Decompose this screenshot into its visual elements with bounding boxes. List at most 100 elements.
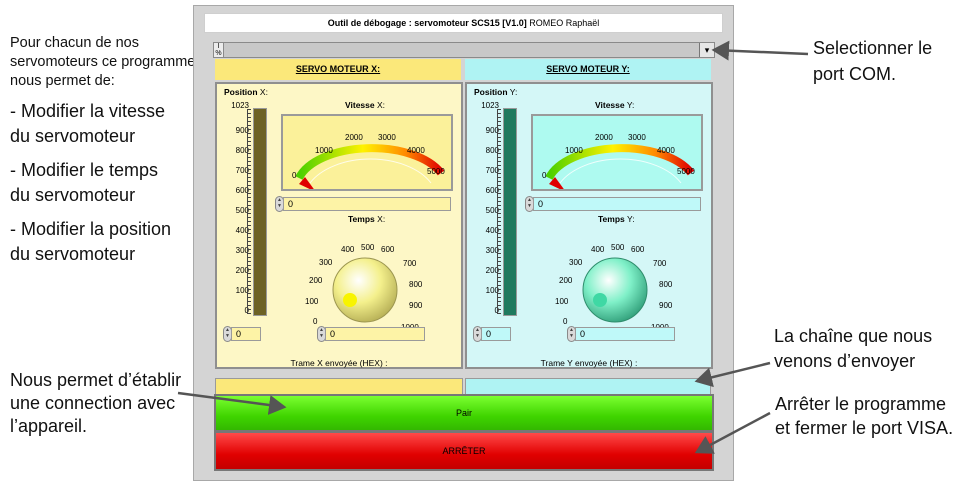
servo-y-panel: Position Y: 1023 900 800 700 600 500 400…: [465, 82, 713, 369]
visa-resource-icon: I %: [214, 43, 224, 57]
temps-tick: 700: [653, 259, 667, 268]
vitesse-tick: 3000: [378, 133, 396, 142]
annotation-line: - Modifier le temps: [10, 160, 159, 180]
annotation-line: du servomoteur: [10, 126, 136, 146]
annotation-bullet-vitesse: - Modifier la vitesse du servomoteur: [10, 100, 165, 148]
position-suffix: Y:: [509, 87, 518, 97]
position-x-slider-fill[interactable]: [254, 109, 266, 315]
vitesse-x-gauge: 0 1000 2000 3000 4000 5000: [281, 114, 453, 191]
vitesse-tick: 4000: [657, 146, 675, 155]
annotation-line: - Modifier la vitesse: [10, 101, 166, 121]
annotation-line: port COM.: [813, 64, 897, 84]
vitesse-label: Vitesse: [595, 100, 625, 110]
trame-y-output: [465, 378, 711, 395]
vitesse-tick: 5000: [427, 167, 445, 176]
temps-y-label: Temps Y:: [598, 214, 635, 224]
temps-tick: 900: [409, 301, 423, 310]
servo-y-header: SERVO MOTEUR Y:: [465, 59, 711, 80]
temps-tick: 300: [319, 258, 333, 267]
annotation-line: La chaîne que nous: [774, 326, 933, 346]
vitesse-x-numeric[interactable]: 0: [283, 197, 451, 211]
app-window: Outil de débogage : servomoteur SCS15 [V…: [193, 5, 734, 481]
temps-tick: 400: [341, 245, 355, 254]
vitesse-y-label: Vitesse Y:: [595, 100, 634, 110]
vitesse-tick: 0: [292, 171, 297, 180]
temps-tick: 400: [591, 245, 605, 254]
annotation-line: l’appareil.: [10, 416, 88, 436]
annotation-line: Selectionner le: [813, 38, 933, 58]
position-y-scale: 1023 900 800 700 600 500 400 300 200 100…: [473, 101, 499, 316]
position-x-scale: 1023 900 800 700 600 500 400 300 200 100…: [223, 101, 249, 316]
annotation-line: venons d’envoyer: [774, 351, 916, 371]
position-y-ruler: [497, 109, 501, 314]
temps-tick: 900: [659, 301, 673, 310]
annotation-sent-string: La chaîne que nous venons d’envoyer: [774, 325, 932, 373]
annotation-line: du servomoteur: [10, 185, 136, 205]
vitesse-tick: 1000: [565, 146, 583, 155]
annotation-connect: Nous permet d’établir une connection ave…: [10, 369, 181, 438]
position-label: Position: [474, 87, 508, 97]
window-title-main: Outil de débogage : servomoteur SCS15 [V…: [327, 18, 527, 28]
vitesse-tick: 0: [542, 171, 547, 180]
temps-label: Temps: [598, 214, 625, 224]
annotation-line: Nous permet d’établir: [10, 370, 182, 390]
annotation-bullet-temps: - Modifier le temps du servomoteur: [10, 159, 158, 207]
vitesse-suffix: X:: [377, 100, 386, 110]
position-label: Position: [224, 87, 258, 97]
position-x-slider[interactable]: [253, 108, 267, 316]
chevron-down-icon[interactable]: ▾: [699, 43, 714, 57]
position-y-label: Position Y:: [474, 87, 517, 97]
visa-icon-top: I: [217, 43, 220, 50]
stop-button[interactable]: ARRÊTER: [214, 431, 714, 471]
com-port-selector[interactable]: I % ▾: [213, 42, 715, 58]
pair-button[interactable]: Pair: [214, 394, 714, 432]
annotation-intro: Pour chacun de nos servomoteurs ce progr…: [10, 34, 195, 91]
position-x-label: Position X:: [224, 87, 268, 97]
vitesse-y-gauge: 0 1000 2000 3000 4000 5000: [531, 114, 703, 191]
position-y-numeric[interactable]: 0: [481, 327, 511, 341]
servo-x-header: SERVO MOTEUR X:: [215, 59, 461, 80]
annotation-select-port: Selectionner le port COM.: [813, 37, 932, 86]
window-title: Outil de débogage : servomoteur SCS15 [V…: [204, 13, 723, 33]
position-suffix: X:: [259, 87, 268, 97]
annotation-intro-line: servomoteurs ce programme: [10, 54, 196, 70]
vitesse-suffix: Y:: [626, 100, 635, 110]
vitesse-x-label: Vitesse X:: [345, 100, 385, 110]
temps-tick: 600: [631, 245, 645, 254]
temps-x-knob[interactable]: 0 100 200 300 400 500 600 700 800 900 10…: [305, 224, 425, 334]
annotation-bullet-position: - Modifier la position du servomoteur: [10, 218, 171, 266]
knob-indicator: [343, 293, 357, 307]
temps-tick: 800: [659, 280, 673, 289]
knob-indicator: [593, 293, 607, 307]
temps-tick: 600: [381, 245, 395, 254]
vitesse-tick: 1000: [315, 146, 333, 155]
vitesse-tick: 3000: [628, 133, 646, 142]
temps-tick: 100: [555, 297, 569, 306]
trame-x-label: Trame X envoyée (HEX) :: [290, 358, 388, 368]
vitesse-y-numeric[interactable]: 0: [533, 197, 701, 211]
annotation-line: Arrêter le programme: [775, 394, 947, 414]
annotation-stop: Arrêter le programme et fermer le port V…: [775, 393, 953, 440]
temps-y-numeric[interactable]: 0: [575, 327, 675, 341]
visa-icon-bottom: %: [215, 50, 222, 57]
temps-tick: 0: [313, 317, 318, 326]
temps-x-numeric[interactable]: 0: [325, 327, 425, 341]
annotation-intro-line: Pour chacun de nos: [10, 35, 139, 51]
temps-y-knob[interactable]: 0 100 200 300 400 500 600 700 800 900 10…: [555, 224, 675, 334]
temps-suffix: X:: [377, 214, 386, 224]
temps-tick: 200: [309, 276, 323, 285]
temps-tick: 300: [569, 258, 583, 267]
temps-tick: 500: [611, 243, 625, 252]
annotation-line: du servomoteur: [10, 244, 136, 264]
vitesse-tick: 2000: [345, 133, 363, 142]
temps-tick: 500: [361, 243, 375, 252]
temps-tick: 0: [563, 317, 568, 326]
annotation-line: - Modifier la position: [10, 219, 172, 239]
vitesse-label: Vitesse: [345, 100, 375, 110]
temps-tick: 200: [559, 276, 573, 285]
annotation-line: une connection avec: [10, 393, 176, 413]
position-y-slider[interactable]: [503, 108, 517, 316]
window-title-author: ROMEO Raphaël: [526, 18, 600, 28]
position-y-slider-fill[interactable]: [504, 109, 516, 315]
position-x-numeric[interactable]: 0: [231, 327, 261, 341]
